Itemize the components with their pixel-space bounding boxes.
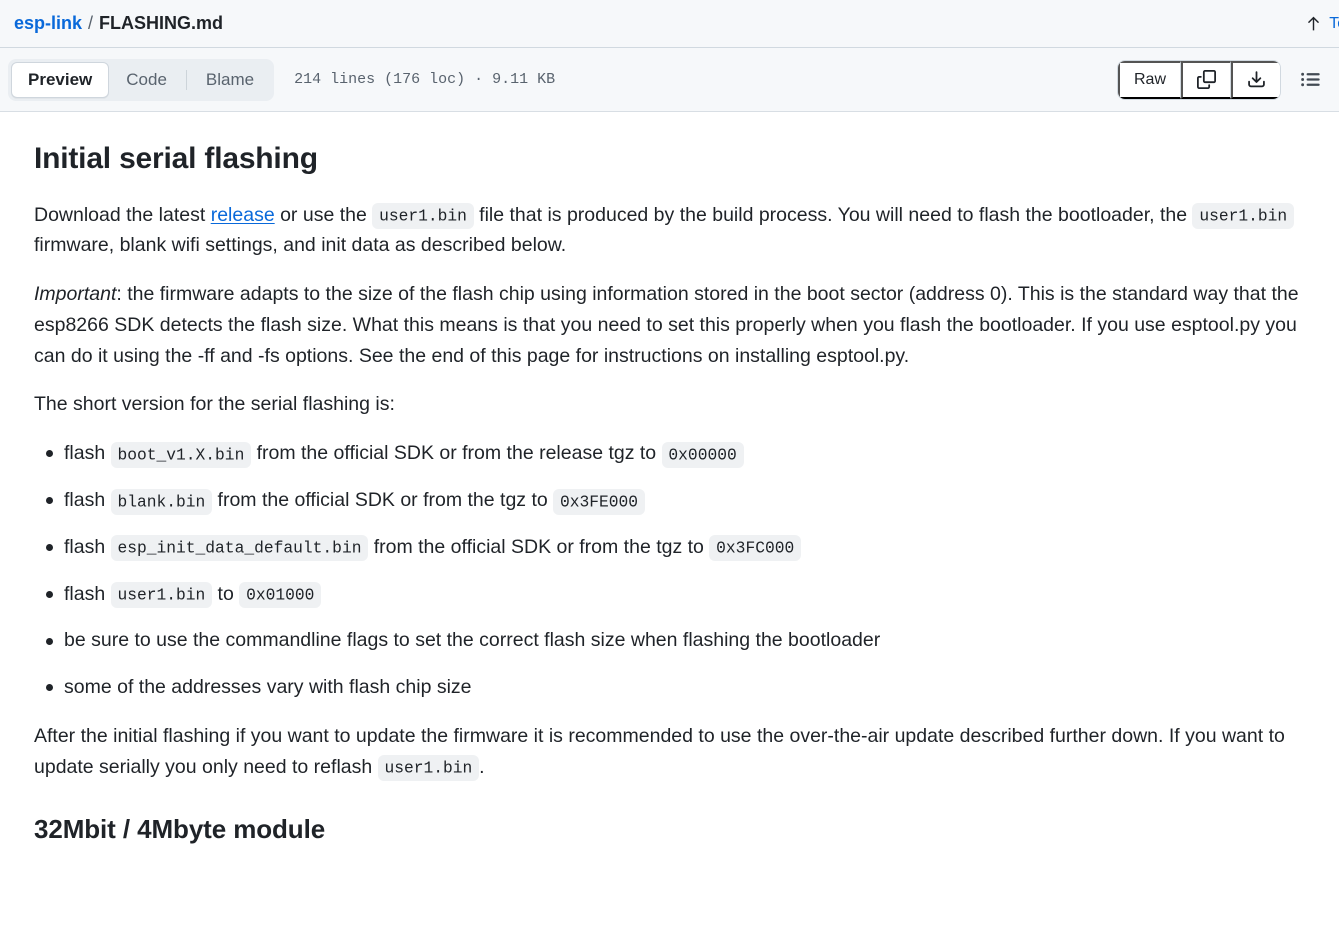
file-toolbar: Preview Code Blame 214 lines (176 loc) ·… — [0, 48, 1339, 112]
section-heading-32mbit: 32Mbit / 4Mbyte module — [34, 813, 326, 844]
para1-text-3: file that is produced by the build proce… — [473, 203, 1193, 226]
li2-text-1: flash — [64, 535, 111, 558]
li1-text-2: from the official SDK or from the tgz to — [212, 489, 554, 512]
copy-icon[interactable] — [1181, 60, 1231, 99]
view-mode-tablist: Preview Code Blame — [8, 58, 275, 101]
para1-text-4: firmware, blank wifi settings, and init … — [34, 234, 567, 257]
paragraph-download: Download the latest release or use the u… — [34, 200, 1305, 262]
inline-code-user1bin-4: user1.bin — [377, 755, 480, 782]
paragraph-after-flashing: After the initial flashing if you want t… — [34, 721, 1305, 783]
tab-divider — [185, 69, 187, 90]
li0-text-2: from the official SDK or from the releas… — [251, 442, 662, 465]
file-header: esp-link / FLASHING.md Top — [0, 0, 1339, 48]
inline-code-esp-init-bin: esp_init_data_default.bin — [110, 535, 369, 562]
page-title: Initial serial flashing — [34, 142, 318, 175]
download-icon[interactable] — [1231, 60, 1280, 99]
raw-button[interactable]: Raw — [1117, 60, 1181, 99]
inline-code-boot-bin: boot_v1.X.bin — [110, 441, 252, 468]
list-item: be sure to use the commandline flags to … — [46, 625, 1305, 656]
inline-code-blank-bin: blank.bin — [110, 488, 213, 515]
para1-text-2: or use the — [274, 203, 373, 226]
tab-code[interactable]: Code — [109, 62, 184, 98]
inline-code-addr-0x3FE000: 0x3FE000 — [553, 488, 645, 515]
release-link[interactable]: release — [211, 204, 275, 226]
back-to-top-link[interactable]: Top — [1305, 15, 1339, 33]
toolbar-left-group: Preview Code Blame 214 lines (176 loc) ·… — [8, 58, 556, 101]
paragraph-important: Important: the firmware adapts to the si… — [34, 279, 1305, 371]
inline-code-addr-0x00000: 0x00000 — [661, 441, 744, 468]
paragraph-short-version: The short version for the serial flashin… — [34, 393, 395, 416]
markdown-body: Initial serial flashing Download the lat… — [0, 112, 1339, 845]
inline-code-addr-0x01000: 0x01000 — [239, 582, 322, 609]
flash-steps-list: flash boot_v1.X.bin from the official SD… — [34, 438, 1305, 703]
tab-blame[interactable]: Blame — [189, 62, 271, 98]
inline-code-user1bin-1: user1.bin — [372, 202, 474, 230]
list-item: flash user1.bin to 0x01000 — [46, 579, 1305, 610]
outline-list-icon[interactable] — [1295, 65, 1325, 95]
list-item: some of the addresses vary with flash ch… — [46, 672, 1305, 703]
breadcrumb-separator: / — [88, 13, 94, 33]
li3-text-2: to — [212, 582, 240, 605]
para2-text: : the firmware adapts to the size of the… — [34, 283, 1299, 367]
back-to-top-label: Top — [1329, 14, 1339, 32]
list-item: flash esp_init_data_default.bin from the… — [46, 532, 1305, 563]
para4-text-1: After the initial flashing if you want t… — [34, 725, 1285, 778]
li0-text-1: flash — [64, 442, 111, 465]
li2-text-2: from the official SDK or from the tgz to — [368, 535, 710, 558]
toolbar-right-group: Raw — [1116, 59, 1325, 100]
breadcrumb-filename: FLASHING.md — [99, 13, 224, 33]
list-item: flash boot_v1.X.bin from the official SD… — [46, 438, 1305, 469]
inline-code-addr-0x3FC000: 0x3FC000 — [709, 535, 802, 562]
para1-text-1: Download the latest — [34, 203, 211, 226]
breadcrumb-repo-link[interactable]: esp-link — [14, 13, 82, 34]
inline-code-user1-bin-3: user1.bin — [110, 582, 213, 609]
list-item: flash blank.bin from the official SDK or… — [46, 485, 1305, 516]
li5-text-1: some of the addresses vary with flash ch… — [64, 676, 472, 699]
li4-text-1: be sure to use the commandline flags to … — [64, 629, 881, 652]
file-actions-button-group: Raw — [1116, 59, 1281, 100]
arrow-up-icon — [1305, 15, 1322, 32]
para4-text-2: . — [479, 755, 485, 778]
important-emphasis: Important — [34, 283, 117, 306]
li3-text-1: flash — [64, 582, 111, 605]
tab-preview[interactable]: Preview — [11, 61, 110, 98]
inline-code-user1bin-2: user1.bin — [1192, 202, 1294, 230]
breadcrumb: esp-link / FLASHING.md — [14, 13, 223, 34]
file-meta-text: 214 lines (176 loc) · 9.11 KB — [294, 71, 556, 88]
li1-text-1: flash — [64, 489, 111, 512]
